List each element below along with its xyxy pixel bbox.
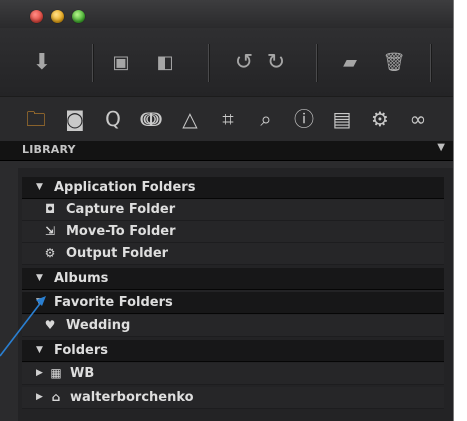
section-label: Application Folders: [54, 180, 196, 195]
move-icon[interactable]: ▰: [336, 50, 364, 76]
tab-details-icon[interactable]: ⌕: [253, 108, 279, 130]
item-label: WB: [70, 366, 95, 381]
move-to-icon: ⇲: [44, 224, 56, 238]
section-application-folders[interactable]: ▼ Application Folders: [22, 177, 444, 199]
trash-icon[interactable]: 🗑: [381, 50, 407, 76]
import-icon[interactable]: ⬇: [30, 50, 54, 76]
tab-exposure-icon[interactable]: △: [177, 108, 203, 130]
library-title: LIBRARY: [22, 143, 76, 156]
minimize-window-button[interactable]: [51, 10, 64, 23]
tab-color-icon[interactable]: ↈ: [138, 108, 164, 130]
tab-adjustments-icon[interactable]: ⚙: [367, 108, 393, 130]
list-item-move-to-folder[interactable]: ⇲ Move-To Folder: [22, 221, 444, 243]
home-icon: ⌂: [51, 390, 61, 404]
section-favorite-folders[interactable]: ▼ Favorite Folders: [22, 292, 444, 314]
toolbar-divider: [208, 44, 210, 82]
item-label: walterborchenko: [70, 390, 194, 405]
toolbar-divider: [430, 44, 432, 82]
tab-library-icon[interactable]: 🗀: [23, 108, 49, 130]
rotate-right-icon[interactable]: ↻: [263, 50, 289, 76]
toolbar-divider: [92, 44, 94, 82]
tab-metadata-icon[interactable]: ⓘ: [291, 108, 317, 130]
zoom-window-button[interactable]: [72, 10, 85, 23]
tab-capture-icon[interactable]: ◙: [62, 108, 88, 130]
tab-batch-icon[interactable]: ∞: [405, 108, 431, 130]
section-label: Albums: [54, 271, 109, 286]
item-label: Output Folder: [66, 246, 169, 261]
item-label: Move-To Folder: [66, 224, 176, 239]
close-window-button[interactable]: [30, 10, 43, 23]
toolbar: ⬇ ▣ ◧ ↺ ↻ ▰ 🗑: [0, 28, 453, 96]
expanded-triangle-icon[interactable]: ▼: [36, 268, 43, 289]
expanded-triangle-icon[interactable]: ▼: [36, 177, 43, 198]
collapsed-triangle-icon[interactable]: ▶: [36, 387, 43, 408]
expanded-triangle-icon[interactable]: ▼: [36, 292, 43, 313]
library-menu-icon[interactable]: ▼: [437, 142, 445, 153]
section-label: Folders: [54, 343, 109, 358]
item-label: Wedding: [66, 318, 131, 333]
library-header: LIBRARY ▼: [0, 141, 453, 161]
list-item-capture-folder[interactable]: ◘ Capture Folder: [22, 199, 444, 221]
list-item-wedding[interactable]: ♥ Wedding: [22, 315, 444, 337]
title-bar: [0, 0, 453, 28]
collapsed-triangle-icon[interactable]: ▶: [36, 363, 43, 384]
tab-output-icon[interactable]: ▤: [329, 108, 355, 130]
toolbar-divider: [316, 44, 318, 82]
browser-icon[interactable]: ▣: [107, 50, 135, 76]
list-item-walterborchenko[interactable]: ▶ ⌂ walterborchenko: [22, 387, 444, 409]
section-folders[interactable]: ▼ Folders: [22, 340, 444, 362]
viewer-icon[interactable]: ◧: [151, 50, 179, 76]
camera-icon: ◘: [44, 202, 56, 216]
section-albums[interactable]: ▼ Albums: [22, 268, 444, 290]
list-item-wb[interactable]: ▶ ▦ WB: [22, 363, 444, 385]
tab-lens-icon[interactable]: Q: [100, 108, 126, 130]
drive-icon: ▦: [50, 366, 62, 380]
expanded-triangle-icon[interactable]: ▼: [36, 340, 43, 361]
app-window: ⬇ ▣ ◧ ↺ ↻ ▰ 🗑 🗀 ◙ Q ↈ △ ⌗ ⌕ ⓘ ▤ ⚙ ∞ LIBR…: [0, 0, 454, 421]
section-label: Favorite Folders: [54, 295, 173, 310]
gear-icon: ⚙: [44, 246, 56, 260]
rotate-left-icon[interactable]: ↺: [231, 50, 257, 76]
item-label: Capture Folder: [66, 202, 176, 217]
tab-crop-icon[interactable]: ⌗: [215, 108, 241, 130]
tool-tabs: 🗀 ◙ Q ↈ △ ⌗ ⌕ ⓘ ▤ ⚙ ∞: [0, 96, 453, 142]
list-item-output-folder[interactable]: ⚙ Output Folder: [22, 243, 444, 265]
heart-icon: ♥: [44, 318, 56, 332]
